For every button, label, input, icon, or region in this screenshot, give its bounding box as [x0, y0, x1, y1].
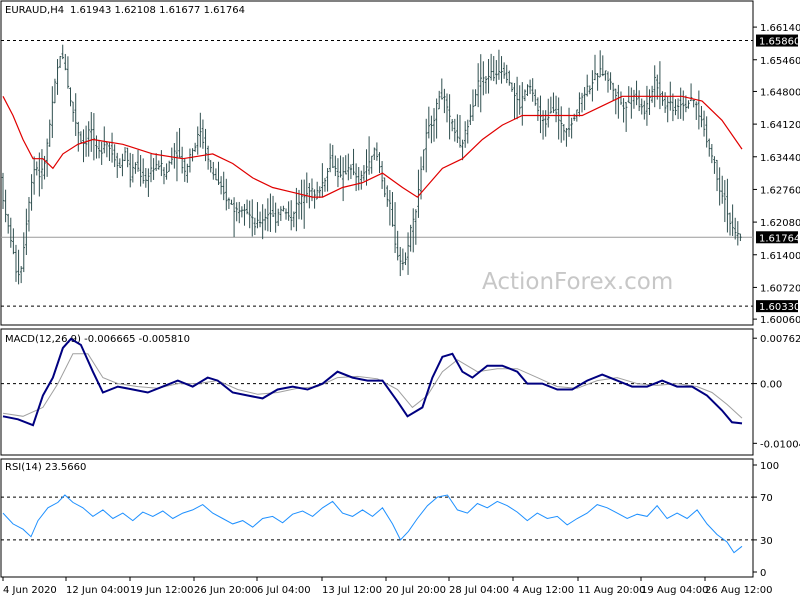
rsi-y-tick-label: 70: [760, 493, 773, 504]
price-y-tick-label: 1.64800: [760, 87, 800, 98]
time-axis-label: 28 Jul 04:00: [449, 585, 509, 596]
time-axis-label: 12 Jun 04:00: [66, 585, 130, 596]
macd-y-tick-label: 0.00: [760, 380, 782, 391]
macd-y-tick-label: -0.010043: [760, 439, 800, 450]
price-y-tick-label: 1.65460: [760, 56, 800, 67]
price-label-text: 1.65860: [759, 37, 800, 48]
watermark: ActionForex.com: [482, 269, 673, 295]
price-y-tick-label: 1.64120: [760, 120, 800, 131]
rsi-header: RSI(14) 23.5660: [5, 462, 86, 473]
time-axis-label: 20 Jul 20:00: [386, 585, 446, 596]
price-header-symbol: EURAUD,H4: [5, 5, 64, 16]
time-axis-label: 6 Jul 04:00: [257, 585, 311, 596]
price-y-tick-label: 1.62760: [760, 185, 800, 196]
price-header-ohlc: 1.61943 1.62108 1.61677 1.61764: [70, 5, 245, 16]
price-y-tick-label: 1.60060: [760, 315, 800, 326]
time-axis-label: 26 Aug 12:00: [705, 585, 772, 596]
rsi-y-tick-label: 100: [760, 461, 779, 472]
time-axis-label: 19 Aug 04:00: [641, 585, 708, 596]
time-axis-label: 26 Jun 20:00: [194, 585, 258, 596]
macd-panel-frame: [0, 328, 754, 456]
time-axis: 4 Jun 2020 12 Jun 04:00 19 Jun 12:00 26 Jun…: [2, 577, 772, 596]
price-y-tick-label: 1.63440: [760, 153, 800, 164]
price-y-tick-label: 1.66140: [760, 23, 800, 34]
price-label-text: 1.61764: [759, 233, 800, 244]
chart-canvas: ActionForex.com EURAUD,H4 1.61943 1.6210…: [0, 0, 800, 596]
time-axis-label: 4 Jun 2020: [3, 585, 57, 596]
price-y-axis: 1.66140 1.65460 1.64800 1.64120 1.63440 1.627…: [753, 23, 800, 326]
macd-y-axis: 0.007627 0.00 -0.010043: [753, 334, 800, 450]
price-y-tick-label: 1.60720: [760, 283, 800, 294]
rsi-y-tick-label: 30: [760, 536, 773, 547]
time-axis-label: 13 Jul 12:00: [322, 585, 382, 596]
macd-header: MACD(12,26,9) -0.006665 -0.005810: [5, 334, 190, 345]
price-label-text: 1.60330: [759, 302, 800, 313]
time-axis-label: 11 Aug 20:00: [578, 585, 645, 596]
price-y-tick-label: 1.62080: [760, 218, 800, 229]
time-axis-label: 4 Aug 12:00: [513, 585, 574, 596]
rsi-y-axis: 100 70 30 0: [753, 461, 779, 579]
macd-y-tick-label: 0.007627: [760, 334, 800, 345]
price-y-tick-label: 1.61400: [760, 251, 800, 262]
rsi-y-tick-label: 0: [760, 568, 766, 579]
time-axis-label: 19 Jun 12:00: [130, 585, 194, 596]
